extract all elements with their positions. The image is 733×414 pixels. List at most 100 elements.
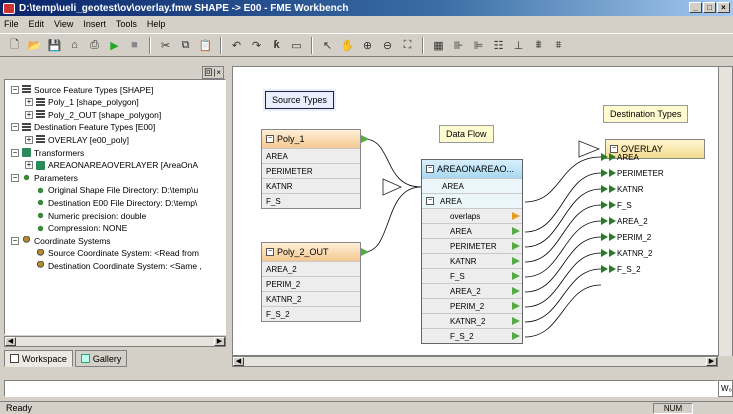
align6-icon[interactable]: ⩨ — [550, 37, 567, 54]
open-icon[interactable]: 📂 — [26, 37, 43, 54]
align1-icon[interactable]: ⊪ — [450, 37, 467, 54]
output-port-icon[interactable] — [512, 302, 520, 310]
attribute-row[interactable]: KATNR_2 — [262, 291, 360, 306]
output-port-icon[interactable] — [512, 242, 520, 250]
expand-icon[interactable]: + — [25, 135, 33, 144]
align5-icon[interactable]: ⩩ — [530, 37, 547, 54]
destination-types-annotation[interactable]: Destination Types — [603, 105, 689, 123]
expand-icon[interactable]: + — [25, 110, 33, 119]
tree-item[interactable]: Destination E00 File Directory: D:\temp\ — [25, 197, 197, 208]
transformer-output-attribute[interactable]: KATNR_2 — [422, 313, 522, 328]
tree-item[interactable]: Destination Coordinate System: <Same , — [25, 260, 202, 271]
transformer-output-attribute[interactable]: F_S_2 — [422, 328, 522, 343]
canvas-vertical-scrollbar[interactable] — [718, 67, 732, 356]
expand-icon[interactable]: + — [25, 161, 33, 170]
feature-header[interactable]: − Poly_2_OUT — [262, 243, 360, 261]
stop-icon[interactable]: ■ — [126, 37, 143, 54]
workspace-canvas[interactable]: Source Types Data Flow Destination Types… — [232, 66, 733, 356]
transformer-icon[interactable]: ƙ — [268, 37, 285, 54]
collapse-icon[interactable]: − — [11, 236, 19, 245]
transformer-output-attribute[interactable]: AREA — [422, 223, 522, 238]
zoom-out-icon[interactable]: ⊖ — [379, 37, 396, 54]
tree-item[interactable]: + AREAONAREAOVERLAYER [AreaOnA — [25, 160, 198, 171]
menu-help[interactable]: Help — [147, 19, 166, 29]
fit-icon[interactable]: ⛶ — [399, 37, 416, 54]
output-port-icon[interactable] — [512, 332, 520, 340]
output-port-icon[interactable] — [512, 227, 520, 235]
collapse-icon[interactable]: − — [11, 173, 19, 182]
collapse-icon[interactable]: − — [426, 197, 434, 205]
align2-icon[interactable]: ⊫ — [470, 37, 487, 54]
destination-attribute[interactable]: KATNR_2 — [601, 247, 652, 259]
layout-icon[interactable]: ▦ — [430, 37, 447, 54]
attribute-row[interactable]: F_S — [262, 193, 360, 208]
transformer-output-attribute[interactable]: PERIM_2 — [422, 298, 522, 313]
scroll-right-icon[interactable]: ▶ — [706, 357, 717, 366]
tree-item[interactable]: Source Coordinate System: <Read from — [25, 248, 199, 259]
close-button[interactable]: × — [717, 2, 730, 13]
tree-item[interactable]: − Source Feature Types [SHAPE] — [11, 84, 153, 95]
tree-item[interactable]: − Coordinate Systems — [11, 235, 111, 246]
attribute-row[interactable]: PERIM_2 — [262, 276, 360, 291]
collapse-icon[interactable]: − — [266, 248, 274, 256]
attribute-row[interactable]: PERIMETER — [262, 163, 360, 178]
collapse-icon[interactable]: − — [426, 165, 434, 173]
cut-icon[interactable]: ✂ — [157, 37, 174, 54]
output-port-icon[interactable] — [512, 317, 520, 325]
tree-item[interactable]: + Poly_2_OUT [shape_polygon] — [25, 109, 161, 120]
collapse-icon[interactable]: − — [266, 135, 274, 143]
tree-item[interactable]: Compression: NONE — [25, 223, 127, 234]
menu-insert[interactable]: Insert — [83, 19, 106, 29]
expand-icon[interactable]: + — [25, 98, 33, 107]
destination-attribute[interactable]: F_S — [601, 199, 632, 211]
attribute-row[interactable]: AREA_2 — [262, 261, 360, 276]
copy-icon[interactable]: ⧉ — [177, 37, 194, 54]
tree-item[interactable]: − Parameters — [11, 172, 78, 183]
align3-icon[interactable]: ☷ — [490, 37, 507, 54]
tab-gallery[interactable]: Gallery — [74, 350, 128, 367]
tree-item[interactable]: + OVERLAY [e00_poly] — [25, 134, 129, 145]
output-port-icon[interactable] — [512, 257, 520, 265]
output-port-icon[interactable] — [512, 272, 520, 280]
source-types-annotation[interactable]: Source Types — [265, 91, 334, 109]
pan-icon[interactable]: ✋ — [339, 37, 356, 54]
transformer-output-attribute[interactable]: PERIMETER — [422, 238, 522, 253]
transformer-areaonarea[interactable]: − AREAONAREAO... AREA − AREA overlaps ARE… — [421, 159, 523, 344]
destination-attribute[interactable]: KATNR — [601, 183, 644, 195]
transformer-output-attribute[interactable]: overlaps — [422, 208, 522, 223]
feature-header[interactable]: − Poly_1 — [262, 130, 360, 148]
menu-tools[interactable]: Tools — [116, 19, 137, 29]
data-flow-annotation[interactable]: Data Flow — [439, 125, 494, 143]
input-port-area[interactable]: AREA — [422, 178, 522, 193]
output-port-icon[interactable] — [512, 287, 520, 295]
menu-view[interactable]: View — [54, 19, 73, 29]
source-feature-poly1[interactable]: − Poly_1 AREA PERIMETER KATNR F_S — [261, 129, 361, 209]
output-port-icon[interactable] — [361, 135, 369, 143]
attribute-row[interactable]: AREA — [262, 148, 360, 163]
tree-item[interactable]: Numeric precision: double — [25, 210, 146, 221]
redo-icon[interactable]: ↷ — [248, 37, 265, 54]
tree-item[interactable]: − Destination Feature Types [E00] — [11, 122, 155, 133]
pane-controls[interactable]: 回|× — [202, 66, 224, 79]
tree-item[interactable]: − Transformers — [11, 147, 84, 158]
save-icon[interactable]: 💾 — [46, 37, 63, 54]
destination-attribute[interactable]: PERIMETER — [601, 167, 664, 179]
scroll-left-icon[interactable]: ◀ — [233, 357, 244, 366]
output-port-icon[interactable] — [361, 248, 369, 256]
pointer-icon[interactable]: ↖ — [319, 37, 336, 54]
maximize-button[interactable]: □ — [703, 2, 716, 13]
destination-attribute[interactable]: PERIM_2 — [601, 231, 651, 243]
new-icon[interactable]: 🗋 — [6, 37, 23, 54]
zoom-in-icon[interactable]: ⊕ — [359, 37, 376, 54]
transformer-header[interactable]: − AREAONAREAO... — [422, 160, 522, 178]
log-window[interactable] — [4, 380, 718, 397]
minimize-button[interactable]: _ — [689, 2, 702, 13]
undo2-icon[interactable]: ↶ — [228, 37, 245, 54]
canvas-horizontal-scrollbar[interactable]: ◀ ▶ — [232, 356, 718, 367]
print-icon[interactable]: ⎙ — [86, 37, 103, 54]
collapse-icon[interactable]: − — [11, 85, 19, 94]
source-feature-poly2[interactable]: − Poly_2_OUT AREA_2 PERIM_2 KATNR_2 F_S_2 — [261, 242, 361, 322]
output-port-icon[interactable] — [512, 212, 520, 220]
destination-attribute[interactable]: AREA — [601, 151, 639, 163]
paste-icon[interactable]: 📋 — [197, 37, 214, 54]
